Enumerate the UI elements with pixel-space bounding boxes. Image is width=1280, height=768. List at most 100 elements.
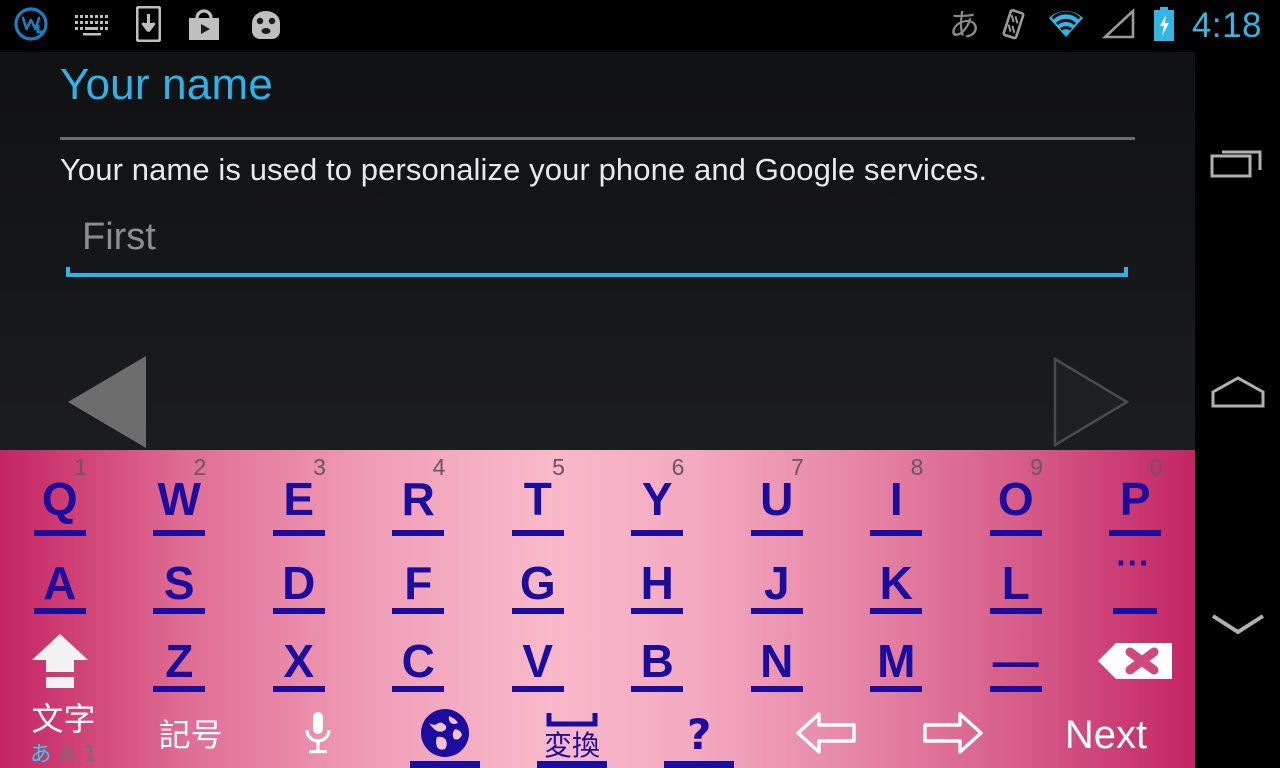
key-n[interactable]: N: [717, 624, 837, 702]
key-cursor-left[interactable]: [763, 702, 890, 768]
previous-step-button[interactable]: [68, 356, 146, 448]
mode-number: 1: [83, 741, 97, 766]
key-label: Y: [641, 473, 673, 525]
system-nav-bar: [1195, 52, 1280, 768]
key-ellipsis[interactable]: ⋯: [1076, 546, 1196, 624]
key-f[interactable]: F: [359, 546, 479, 624]
signal-icon: [1101, 7, 1136, 45]
key-label: T: [523, 473, 552, 525]
arrow-left-icon: [795, 710, 857, 761]
android-screen: あ 4:18 Your name Your name is used to pe…: [0, 0, 1280, 768]
key-q[interactable]: 1 Q: [0, 450, 120, 546]
key-label: Next: [1064, 712, 1148, 757]
key-enter-next[interactable]: Next: [1017, 702, 1195, 768]
key-label: X: [283, 635, 315, 687]
key-digit: 8: [910, 454, 924, 480]
first-name-input[interactable]: [66, 212, 1128, 267]
onscreen-keyboard: 1 Q 2 W 3 E 4 R 5 T 6 Y 7 U 8 I 9 O 0 P …: [0, 450, 1195, 768]
key-c[interactable]: C: [359, 624, 479, 702]
key-x[interactable]: X: [239, 624, 359, 702]
key-underline: [870, 686, 923, 692]
key-m[interactable]: M: [837, 624, 957, 702]
keyboard-icon: [74, 11, 110, 42]
key-underline: [153, 686, 206, 692]
key-question[interactable]: ?: [636, 702, 763, 768]
key-input-mode[interactable]: 文字 あ A 1: [0, 702, 127, 768]
key-cursor-right[interactable]: [890, 702, 1017, 768]
backspace-icon: [1096, 639, 1174, 688]
key-label: Q: [41, 473, 78, 525]
key-label: 記号: [158, 716, 223, 754]
key-a[interactable]: A: [0, 546, 120, 624]
key-underline: [750, 686, 803, 692]
key-u[interactable]: 7 U: [717, 450, 837, 546]
key-t[interactable]: 5 T: [478, 450, 598, 546]
key-s[interactable]: S: [120, 546, 240, 624]
key-label: N: [760, 635, 794, 687]
key-voice-input[interactable]: [254, 702, 381, 768]
home-button[interactable]: [1195, 334, 1280, 454]
key-label: S: [163, 557, 195, 609]
key-symbols[interactable]: 記号: [127, 702, 254, 768]
key-label: D: [282, 557, 316, 609]
mode-alpha: A: [60, 741, 75, 766]
key-underline: [409, 761, 480, 768]
key-r[interactable]: 4 R: [359, 450, 479, 546]
key-digit: 6: [671, 454, 685, 480]
setup-content: Your name Your name is used to personali…: [0, 52, 1195, 450]
key-v[interactable]: V: [478, 624, 598, 702]
key-p[interactable]: 0 P: [1076, 450, 1196, 546]
key-space-convert[interactable]: 変換: [509, 702, 636, 768]
key-underline: [750, 608, 803, 614]
key-i[interactable]: 8 I: [837, 450, 957, 546]
recents-button[interactable]: [1195, 104, 1280, 224]
key-underline: [392, 530, 445, 536]
key-underline: [33, 530, 86, 536]
key-underline: [631, 608, 684, 614]
key-label: —: [992, 635, 1039, 687]
key-d[interactable]: D: [239, 546, 359, 624]
key-g[interactable]: G: [478, 546, 598, 624]
key-underline: [750, 530, 803, 536]
key-label: I: [889, 473, 903, 525]
key-underline: [272, 686, 325, 692]
key-dash[interactable]: —: [956, 624, 1076, 702]
key-digit: 9: [1030, 454, 1043, 480]
key-l[interactable]: L: [956, 546, 1076, 624]
key-label: U: [760, 473, 794, 525]
hide-keyboard-button[interactable]: [1195, 566, 1280, 686]
vibrate-icon: [996, 7, 1030, 46]
key-y[interactable]: 6 Y: [598, 450, 718, 546]
key-underline: [392, 686, 445, 692]
key-digit: 7: [791, 454, 804, 480]
next-step-button[interactable]: [1052, 356, 1130, 448]
key-j[interactable]: J: [717, 546, 837, 624]
key-digit: 2: [193, 454, 207, 480]
key-z[interactable]: Z: [120, 624, 240, 702]
key-underline: [153, 608, 206, 614]
key-o[interactable]: 9 O: [956, 450, 1076, 546]
key-backspace[interactable]: [1076, 624, 1196, 702]
key-shift[interactable]: [0, 624, 120, 702]
key-w[interactable]: 2 W: [120, 450, 240, 546]
status-bar-right-icons: あ 4:18: [949, 6, 1280, 47]
keyboard-row-1: 1 Q 2 W 3 E 4 R 5 T 6 Y 7 U 8 I 9 O 0 P: [0, 450, 1195, 546]
back-hide-keyboard-icon: [1210, 611, 1266, 642]
key-k[interactable]: K: [837, 546, 957, 624]
key-b[interactable]: B: [598, 624, 718, 702]
input-mode-indicator: あ A 1: [30, 738, 97, 768]
key-e[interactable]: 3 E: [239, 450, 359, 546]
key-underline: [870, 530, 923, 536]
key-h[interactable]: H: [598, 546, 718, 624]
key-language-switch[interactable]: [381, 702, 508, 768]
key-underline: [511, 686, 564, 692]
shift-icon: [30, 632, 90, 695]
key-label: R: [401, 473, 435, 525]
key-underline: [631, 530, 684, 536]
play-store-icon: [187, 7, 221, 46]
key-label: K: [879, 557, 913, 609]
key-underline: [33, 608, 86, 614]
key-label: O: [997, 473, 1034, 525]
recents-icon: [1210, 144, 1266, 185]
status-bar-left-icons: [0, 5, 285, 47]
